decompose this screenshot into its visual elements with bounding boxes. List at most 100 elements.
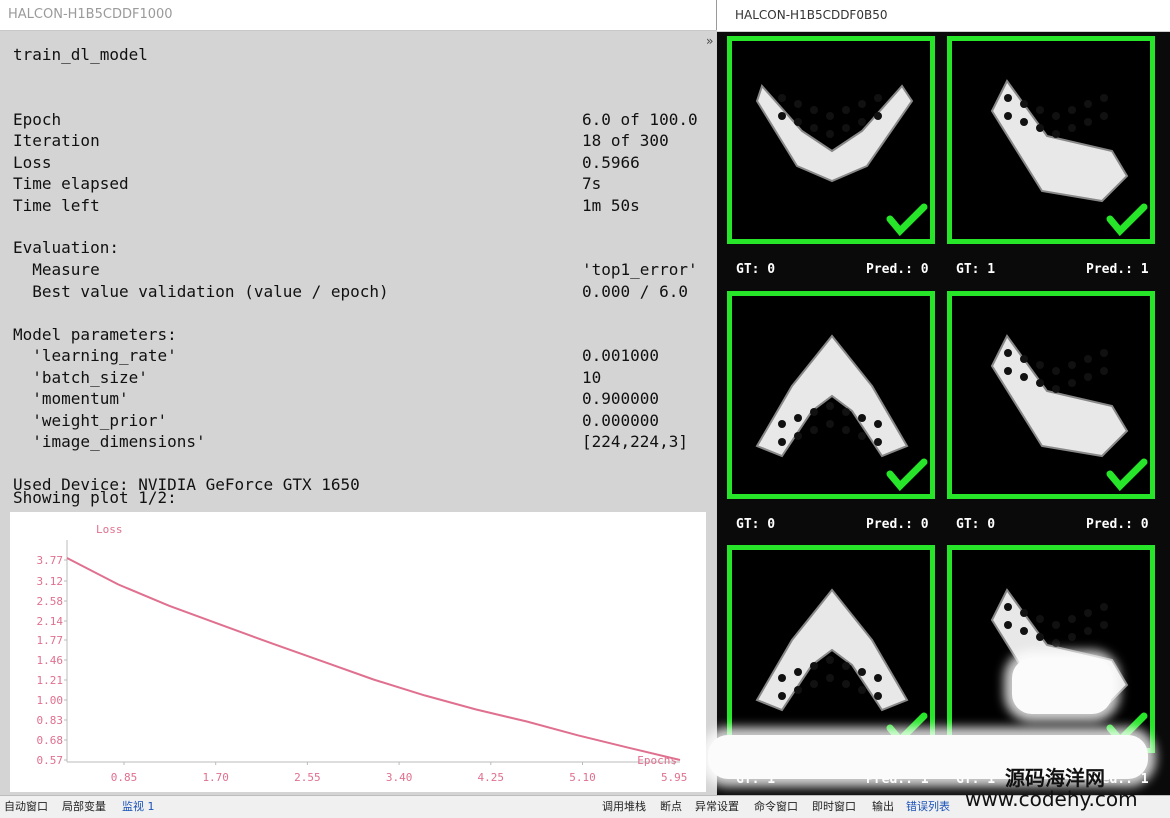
hole-mark	[826, 402, 834, 410]
result-tile	[947, 545, 1155, 753]
param-value: [224,224,3]	[582, 432, 688, 451]
hole-mark	[1004, 349, 1012, 357]
tab-breakpoints[interactable]: 断点	[660, 798, 682, 814]
param-label: 'image_dimensions'	[13, 432, 206, 451]
hole-mark	[810, 426, 818, 434]
hole-mark	[778, 112, 786, 120]
y-tick-label: 3.77	[37, 554, 64, 567]
pred-label: Pred.: 1	[1086, 262, 1149, 277]
hole-mark	[810, 662, 818, 670]
tab-immediate-window[interactable]: 即时窗口	[812, 798, 856, 814]
hole-mark	[1020, 627, 1028, 635]
loss-chart: 3.77 3.12 2.58 2.14 1.77 1.46 1.21 1.00 0.83 0.68…	[37, 523, 688, 784]
hole-mark	[810, 124, 818, 132]
x-tick-label: 5.95	[661, 771, 688, 784]
hole-mark	[778, 438, 786, 446]
hole-mark	[1084, 609, 1092, 617]
tab-local-variables[interactable]: 局部变量	[62, 798, 106, 814]
row-value: 1m 50s	[582, 196, 640, 215]
part-image	[755, 84, 928, 237]
right-window-titlebar[interactable]: HALCON-H1B5CDDF0B50	[717, 0, 1170, 32]
report-heading: train_dl_model	[13, 45, 148, 64]
tab-auto-window[interactable]: 自动窗口	[4, 798, 48, 814]
row-value: 7s	[582, 174, 602, 193]
param-value: 10	[582, 368, 602, 387]
hole-mark	[1004, 603, 1012, 611]
hole-mark	[826, 674, 834, 682]
plot-status: Showing plot 1/2:	[13, 488, 177, 507]
hole-mark	[1036, 615, 1044, 623]
hole-mark	[1004, 112, 1012, 120]
hole-mark	[810, 106, 818, 114]
tab-exception-settings[interactable]: 异常设置	[695, 798, 739, 814]
watermark-url: www.codehy.com	[965, 787, 1138, 811]
hole-mark	[858, 100, 866, 108]
hole-mark	[1068, 124, 1076, 132]
hole-mark	[1068, 106, 1076, 114]
hole-mark	[1084, 355, 1092, 363]
hole-mark	[778, 420, 786, 428]
hole-mark	[1036, 106, 1044, 114]
row-label: Measure	[13, 260, 100, 279]
row-label: Best value validation (value / epoch)	[13, 282, 389, 301]
result-tile	[727, 545, 935, 753]
hole-mark	[858, 432, 866, 440]
hole-mark	[1004, 94, 1012, 102]
hole-mark	[842, 662, 850, 670]
hole-mark	[794, 100, 802, 108]
tab-output[interactable]: 输出	[872, 798, 894, 814]
training-report-window: HALCON-H1B5CDDF1000 » train_dl_model Epo…	[0, 0, 717, 795]
y-tick-label: 0.68	[37, 734, 64, 747]
check-icon	[1106, 203, 1148, 237]
chevron-right-icon[interactable]: »	[706, 34, 713, 48]
part-silhouette	[755, 334, 909, 458]
x-tick-label: 3.40	[386, 771, 413, 784]
gt-label: GT: 0	[736, 517, 776, 532]
hole-mark	[858, 414, 866, 422]
hole-mark	[1020, 118, 1028, 126]
evaluation-heading: Evaluation:	[13, 238, 119, 257]
param-value: 0.000000	[582, 411, 660, 430]
pred-label: Pred.: 0	[866, 262, 929, 277]
hole-mark	[858, 686, 866, 694]
hole-mark	[874, 94, 882, 102]
hole-mark	[842, 106, 850, 114]
hole-mark	[1052, 639, 1060, 647]
hole-mark	[1004, 621, 1012, 629]
pred-label: Pred.: 0	[866, 517, 929, 532]
y-tick-label: 2.14	[37, 615, 64, 628]
hole-mark	[826, 130, 834, 138]
tab-watch-1[interactable]: 监视 1	[122, 798, 155, 814]
gt-label: GT: 1	[956, 262, 996, 277]
part-image	[755, 588, 928, 746]
left-window-titlebar[interactable]: HALCON-H1B5CDDF1000	[0, 0, 716, 31]
part-image	[990, 79, 1148, 237]
row-value: 6.0 of 100.0	[582, 110, 698, 129]
result-tile	[947, 36, 1155, 244]
hole-mark	[1100, 367, 1108, 375]
y-tick-label: 1.46	[37, 654, 64, 667]
chart-title: Loss	[96, 523, 123, 536]
hole-mark	[1068, 615, 1076, 623]
hole-mark	[778, 94, 786, 102]
check-icon	[1106, 458, 1148, 492]
hole-mark	[1068, 633, 1076, 641]
tab-command-window[interactable]: 命令窗口	[754, 798, 798, 814]
y-tick-label: 0.83	[37, 714, 64, 727]
hole-mark	[1068, 361, 1076, 369]
tab-error-list[interactable]: 错误列表	[906, 798, 950, 814]
row-label: Time elapsed	[13, 174, 129, 193]
hole-mark	[1100, 349, 1108, 357]
param-value: 0.900000	[582, 389, 660, 408]
hole-mark	[1020, 100, 1028, 108]
hole-mark	[1004, 367, 1012, 375]
hole-mark	[1052, 130, 1060, 138]
tab-call-stack[interactable]: 调用堆栈	[602, 798, 646, 814]
part-image	[990, 588, 1148, 746]
param-value: 0.001000	[582, 346, 660, 365]
result-tile	[947, 291, 1155, 499]
hole-mark	[842, 426, 850, 434]
y-tick-label: 2.58	[37, 595, 64, 608]
hole-mark	[1020, 609, 1028, 617]
hole-mark	[794, 686, 802, 694]
